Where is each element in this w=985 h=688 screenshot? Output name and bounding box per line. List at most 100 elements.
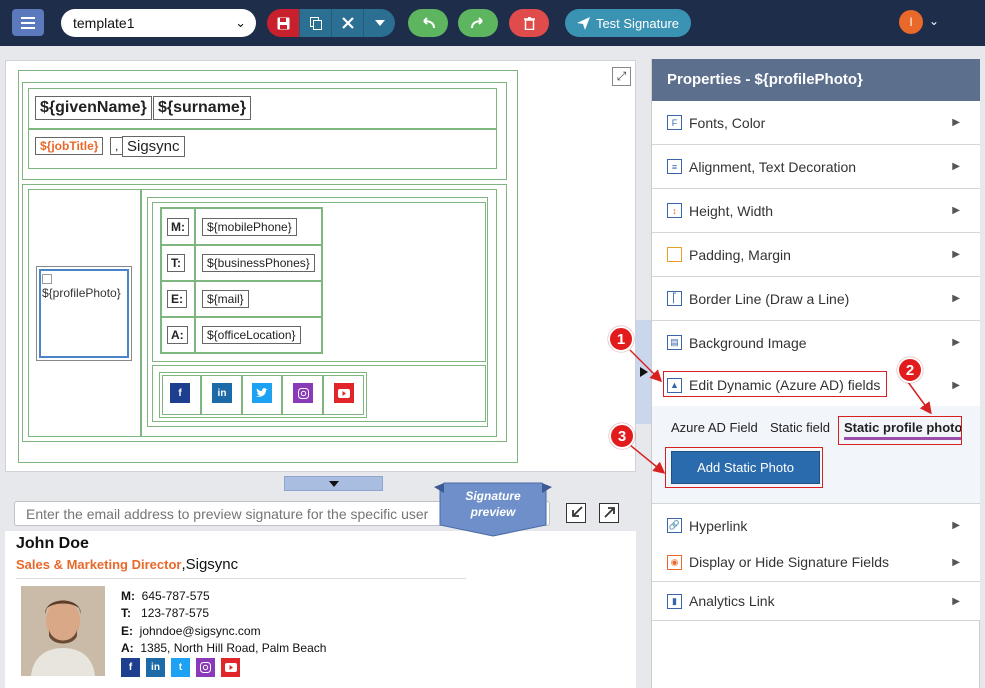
prop-label: Analytics Link bbox=[689, 593, 775, 609]
annotation-arrows bbox=[629, 349, 932, 474]
save-button-group bbox=[267, 9, 395, 37]
youtube-icon[interactable] bbox=[334, 383, 354, 403]
caret-right-icon: ▶ bbox=[952, 205, 960, 216]
preview-profile-photo bbox=[21, 586, 105, 676]
eye-icon: ◉ bbox=[667, 554, 682, 570]
given-name-field[interactable]: ${givenName} bbox=[35, 96, 152, 120]
email-label[interactable]: E: bbox=[167, 290, 187, 308]
mail-field[interactable]: ${mail} bbox=[202, 290, 249, 308]
preview-address-label: A: bbox=[121, 640, 134, 655]
preview-email-label: E: bbox=[121, 623, 133, 638]
properties-title: Properties - ${profilePhoto} bbox=[652, 59, 980, 101]
preview-contact-list: M: 645-787-575 T: 123-787-575 E: johndoe… bbox=[121, 588, 326, 657]
caret-right-icon: ▶ bbox=[952, 249, 960, 260]
prop-height-width[interactable]: ↕ Height, Width ▶ bbox=[652, 189, 980, 233]
caret-right-icon: ▶ bbox=[952, 520, 960, 531]
user-menu-chevron-icon[interactable]: ⌄ bbox=[929, 14, 939, 28]
copy-button[interactable] bbox=[299, 9, 331, 37]
send-icon bbox=[576, 16, 590, 30]
trash-icon bbox=[523, 16, 535, 30]
preview-company: ,Sigsync bbox=[181, 556, 239, 573]
mobile-phone-field[interactable]: ${mobilePhone} bbox=[202, 218, 297, 236]
preview-mobile-label: M: bbox=[121, 589, 135, 603]
facebook-icon: f bbox=[121, 658, 140, 677]
copy-icon bbox=[309, 16, 322, 30]
save-icon bbox=[277, 17, 289, 29]
phone-label[interactable]: T: bbox=[167, 254, 185, 272]
prop-border-line[interactable]: ⎡ Border Line (Draw a Line) ▶ bbox=[652, 277, 980, 321]
export-out-icon[interactable] bbox=[599, 503, 619, 523]
undo-button[interactable] bbox=[408, 9, 448, 37]
preview-job-title: Sales & Marketing Director bbox=[16, 557, 182, 572]
preview-mobile: 645-787-575 bbox=[141, 589, 210, 603]
surname-field[interactable]: ${surname} bbox=[153, 96, 252, 120]
preview-address: 1385, North Hill Road, Palm Beach bbox=[140, 640, 327, 655]
preview-email: johndoe@sigsync.com bbox=[139, 623, 261, 638]
caret-down-icon bbox=[374, 20, 385, 26]
prop-label: Height, Width bbox=[689, 202, 774, 219]
linkedin-icon: in bbox=[146, 658, 165, 677]
broken-image-icon bbox=[42, 274, 52, 284]
company-field[interactable]: Sigsync bbox=[122, 136, 185, 157]
prop-label: Alignment, Text Decoration bbox=[689, 158, 857, 175]
instagram-icon bbox=[196, 658, 215, 677]
prop-display-hide-fields[interactable]: ◉ Display or Hide Signature Fields ▶ bbox=[652, 543, 980, 582]
signature-preview-label-line1: Signature bbox=[465, 489, 521, 503]
close-button[interactable] bbox=[331, 9, 363, 37]
profile-photo-text: ${profilePhoto} bbox=[42, 286, 121, 300]
preview-name: John Doe bbox=[16, 535, 89, 552]
redo-button[interactable] bbox=[458, 9, 498, 37]
avatar[interactable]: I bbox=[899, 10, 923, 34]
delete-button[interactable] bbox=[509, 9, 549, 37]
border-icon: ⎡ bbox=[667, 291, 682, 306]
prop-alignment[interactable]: ≡ Alignment, Text Decoration ▶ bbox=[652, 145, 980, 189]
prop-label: Hyperlink bbox=[689, 517, 748, 534]
facebook-icon[interactable]: f bbox=[170, 383, 190, 403]
annotation-badge-1: 1 bbox=[608, 326, 634, 352]
linkedin-icon[interactable]: in bbox=[212, 383, 232, 403]
caret-right-icon: ▶ bbox=[952, 161, 960, 172]
font-icon: F bbox=[667, 115, 682, 130]
export-in-icon[interactable] bbox=[566, 503, 586, 523]
prop-fonts-color[interactable]: F Fonts, Color ▶ bbox=[652, 101, 980, 145]
redo-icon bbox=[471, 17, 483, 29]
mobile-label[interactable]: M: bbox=[167, 218, 189, 236]
prop-padding-margin[interactable]: Padding, Margin ▶ bbox=[652, 233, 980, 277]
profile-photo-placeholder[interactable]: ${profilePhoto} bbox=[39, 269, 129, 358]
prop-label: Padding, Margin bbox=[689, 246, 791, 263]
annotation-badge-2: 2 bbox=[897, 357, 923, 383]
prop-label: Display or Hide Signature Fields bbox=[689, 554, 889, 570]
prop-hyperlink[interactable]: 🔗 Hyperlink ▶ bbox=[652, 504, 980, 548]
test-signature-button[interactable]: Test Signature bbox=[565, 9, 691, 37]
signature-preview-label-line2: preview bbox=[470, 505, 516, 519]
analytics-icon: ▮ bbox=[667, 593, 682, 609]
prop-label: Border Line (Draw a Line) bbox=[689, 290, 850, 307]
caret-down-icon bbox=[328, 480, 339, 487]
more-dropdown-button[interactable] bbox=[363, 9, 395, 37]
collapse-editor-button[interactable] bbox=[284, 476, 383, 491]
padding-icon bbox=[667, 247, 682, 262]
instagram-icon[interactable] bbox=[293, 383, 313, 403]
prop-label: Fonts, Color bbox=[689, 114, 766, 131]
office-location-field[interactable]: ${officeLocation} bbox=[202, 326, 301, 344]
business-phones-field[interactable]: ${businessPhones} bbox=[202, 254, 315, 272]
job-title-field[interactable]: ${jobTitle} bbox=[35, 137, 104, 155]
hamburger-menu-icon[interactable] bbox=[12, 9, 44, 36]
address-label[interactable]: A: bbox=[167, 326, 188, 344]
save-button[interactable] bbox=[267, 9, 299, 37]
twitter-icon: t bbox=[171, 658, 190, 677]
expand-icon[interactable]: ⤢ bbox=[612, 67, 631, 86]
prop-analytics-link[interactable]: ▮ Analytics Link ▶ bbox=[652, 582, 980, 621]
template-select[interactable]: template1 ⌄ bbox=[61, 9, 256, 37]
align-icon: ≡ bbox=[667, 159, 682, 174]
caret-right-icon: ▶ bbox=[952, 293, 960, 304]
caret-right-icon: ▶ bbox=[952, 595, 960, 607]
undo-icon bbox=[423, 17, 435, 29]
youtube-icon bbox=[221, 658, 240, 677]
template-name: template1 bbox=[73, 15, 135, 31]
avatar-initial: I bbox=[909, 15, 913, 29]
test-signature-label: Test Signature bbox=[595, 15, 680, 31]
twitter-icon[interactable] bbox=[252, 383, 272, 403]
chevron-down-icon: ⌄ bbox=[235, 15, 246, 30]
annotation-badge-3: 3 bbox=[609, 423, 635, 449]
